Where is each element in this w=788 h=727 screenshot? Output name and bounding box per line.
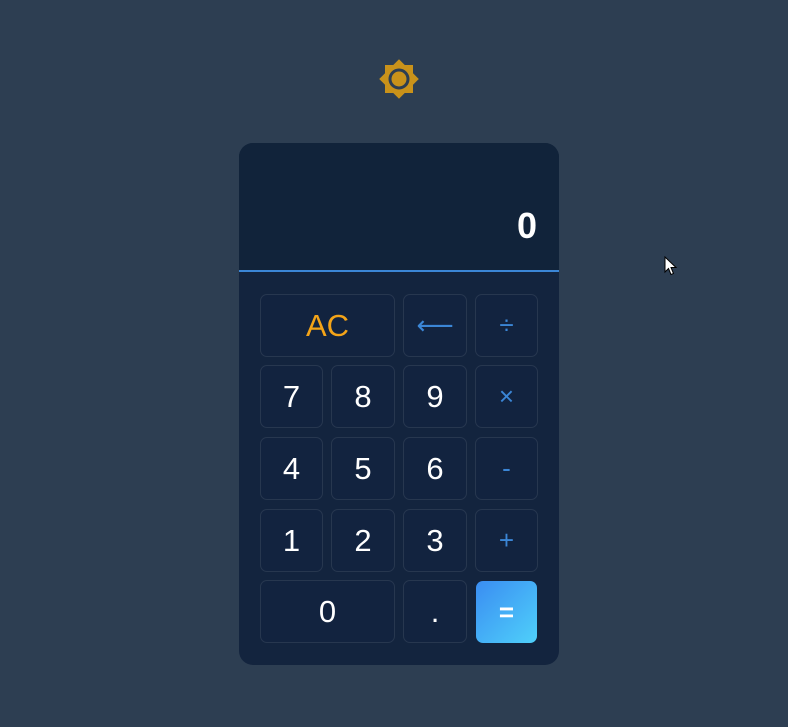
digit-8-button[interactable]: 8 bbox=[331, 365, 395, 428]
sun-icon bbox=[379, 59, 419, 99]
digit-5-button[interactable]: 5 bbox=[331, 437, 395, 500]
digit-1-button[interactable]: 1 bbox=[260, 509, 323, 572]
digit-6-button[interactable]: 6 bbox=[403, 437, 467, 500]
multiply-button[interactable]: × bbox=[475, 365, 538, 428]
clear-button[interactable]: AC bbox=[260, 294, 395, 357]
mouse-pointer-icon bbox=[664, 256, 678, 276]
subtract-button[interactable]: - bbox=[475, 437, 538, 500]
backspace-button[interactable]: ⟵ bbox=[403, 294, 467, 357]
display-value: 0 bbox=[516, 205, 537, 246]
divide-button[interactable]: ÷ bbox=[475, 294, 538, 357]
digit-9-button[interactable]: 9 bbox=[403, 365, 467, 428]
decimal-button[interactable]: . bbox=[403, 580, 467, 643]
digit-4-button[interactable]: 4 bbox=[260, 437, 323, 500]
add-button[interactable]: + bbox=[475, 509, 538, 572]
digit-3-button[interactable]: 3 bbox=[403, 509, 467, 572]
display-panel: 0 bbox=[239, 143, 559, 272]
theme-toggle-button[interactable] bbox=[377, 57, 421, 101]
equals-button[interactable]: = bbox=[476, 581, 537, 643]
calculator: 0 AC ⟵ ÷ 7 8 9 × 4 5 6 - 1 2 3 + 0 . = bbox=[239, 143, 559, 665]
digit-0-button[interactable]: 0 bbox=[260, 580, 395, 643]
digit-7-button[interactable]: 7 bbox=[260, 365, 323, 428]
digit-2-button[interactable]: 2 bbox=[331, 509, 395, 572]
